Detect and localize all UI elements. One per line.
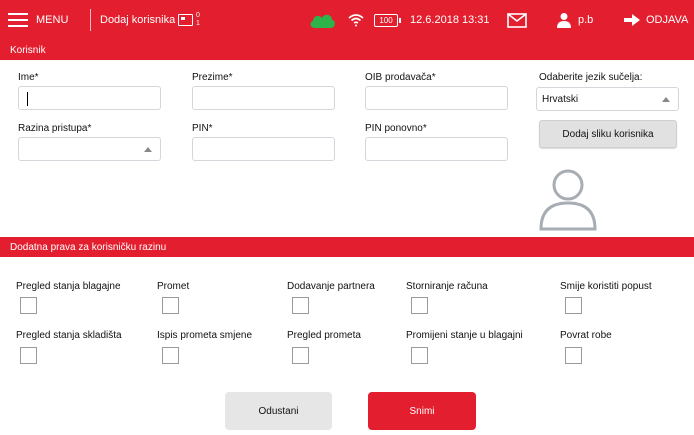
logout-arrow-icon <box>624 14 640 26</box>
language-label: Odaberite jezik sučelja: <box>539 72 643 83</box>
right-label: Promijeni stanje u blagajni <box>406 330 523 341</box>
access-level-label: Razina pristupa* <box>18 123 92 134</box>
user-icon <box>557 13 571 28</box>
cash-register-icon <box>178 14 193 26</box>
right-checkbox-pregled-prometa[interactable] <box>292 347 309 364</box>
right-label: Pregled stanja blagajne <box>16 281 121 292</box>
right-checkbox-pregled-stanja-blagajne[interactable] <box>20 297 37 314</box>
breadcrumb: Dodaj korisnika <box>100 14 176 26</box>
right-label: Smije koristiti popust <box>560 281 652 292</box>
pin-input[interactable] <box>192 137 335 161</box>
add-photo-button[interactable]: Dodaj sliku korisnika <box>539 120 677 148</box>
wifi-icon <box>348 0 364 40</box>
hamburger-menu-icon <box>8 13 28 27</box>
language-selected: Hrvatski <box>542 93 579 105</box>
oib-label: OIB prodavača* <box>365 72 436 83</box>
save-button[interactable]: Snimi <box>368 392 476 430</box>
right-label: Pregled prometa <box>287 330 361 341</box>
user-avatar-placeholder-icon[interactable] <box>537 165 599 231</box>
divider <box>90 9 91 31</box>
right-label: Storniranje računa <box>406 281 488 292</box>
datetime: 12.6.2018 13:31 <box>410 14 490 26</box>
cash-register-status[interactable]: 0 1 <box>178 0 200 40</box>
right-checkbox-ispis-prometa-smjene[interactable] <box>162 347 179 364</box>
right-checkbox-smije-koristiti-popust[interactable] <box>565 297 582 314</box>
access-level-select[interactable] <box>18 137 161 161</box>
menu-label: MENU <box>36 14 69 26</box>
pin-repeat-label: PIN ponovno* <box>365 123 427 134</box>
user-menu[interactable]: p.b <box>556 0 593 40</box>
ime-input[interactable] <box>18 86 161 110</box>
text-cursor <box>27 92 28 106</box>
right-label: Povrat robe <box>560 330 612 341</box>
register-count-top: 0 <box>196 12 200 19</box>
section-header-rights: Dodatna prava za korisničku razinu <box>0 237 694 257</box>
pin-label: PIN* <box>192 123 213 134</box>
prezime-label: Prezime* <box>192 72 233 83</box>
language-select[interactable]: Hrvatski <box>536 87 679 111</box>
cancel-button[interactable]: Odustani <box>225 392 332 430</box>
top-bar: MENU Dodaj korisnika 0 1 100 12.6.2018 1… <box>0 0 694 40</box>
ime-label: Ime* <box>18 72 39 83</box>
battery-level: 100 <box>374 13 401 27</box>
logout-label: ODJAVA <box>646 14 689 26</box>
user-name: p.b <box>578 14 594 26</box>
menu-button[interactable]: MENU <box>8 0 68 40</box>
register-count-bottom: 1 <box>196 20 200 27</box>
right-checkbox-povrat-robe[interactable] <box>565 347 582 364</box>
right-label: Promet <box>157 281 190 292</box>
right-label: Ispis prometa smjene <box>157 330 253 341</box>
oib-input[interactable] <box>365 86 508 110</box>
right-checkbox-pregled-stanja-skladista[interactable] <box>20 347 37 364</box>
battery-icon: 100 <box>374 0 401 40</box>
mail-icon[interactable] <box>507 0 527 40</box>
section-header-user: Korisnik <box>0 40 694 60</box>
prezime-input[interactable] <box>192 86 335 110</box>
right-checkbox-storniranje-racuna[interactable] <box>411 297 428 314</box>
right-label: Dodavanje partnera <box>287 281 375 292</box>
cloud-icon[interactable] <box>308 0 336 40</box>
chevron-up-icon <box>662 97 670 102</box>
right-label: Pregled stanja skladišta <box>16 330 122 341</box>
right-checkbox-dodavanje-partnera[interactable] <box>292 297 309 314</box>
right-checkbox-promet[interactable] <box>162 297 179 314</box>
logout-button[interactable]: ODJAVA <box>624 0 688 40</box>
chevron-up-icon <box>144 147 152 152</box>
right-checkbox-promijeni-stanje-u-blagajni[interactable] <box>411 347 428 364</box>
pin-repeat-input[interactable] <box>365 137 508 161</box>
